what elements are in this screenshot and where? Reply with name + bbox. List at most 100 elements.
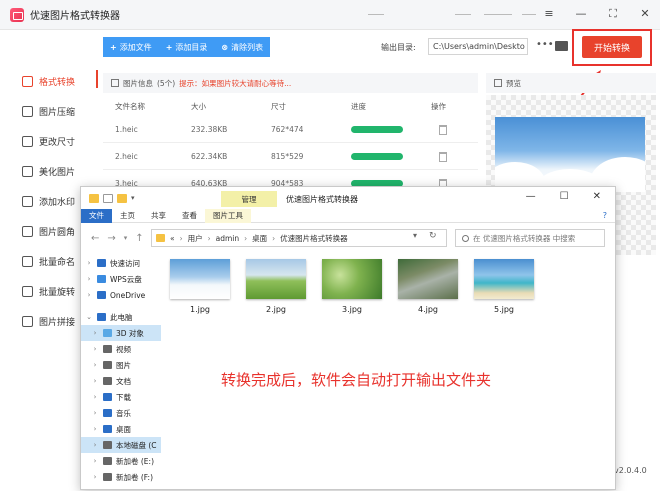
nav-item[interactable]: › 桌面 [81,421,161,437]
ribbon-tab[interactable]: 共享 [143,209,174,223]
file-count: (5个) [157,78,176,88]
nav-item[interactable]: › 文档 [81,373,161,389]
file-item[interactable]: 5.jpg [473,259,535,314]
chevron-icon[interactable]: › [91,329,99,337]
explorer-maximize-button[interactable]: ☐ [560,191,569,202]
image-thumbnail [398,259,458,299]
ribbon-tab[interactable]: 查看 [174,209,205,223]
chevron-icon[interactable]: › [85,259,93,267]
preview-header: 预览 [486,73,656,93]
nav-item-label: 本地磁盘 (C [116,440,157,450]
nav-item-label: 音乐 [116,408,131,418]
file-size: 232.38KB [191,125,228,134]
file-explorer-window: ▾ 管理 优速图片格式转换器 — ☐ ✕ 文件 主页 共享 查看 图片工具 ? ← → … [80,186,616,490]
forward-icon[interactable]: → [107,233,115,244]
refresh-icon[interactable]: ↻ [429,231,437,241]
delete-icon[interactable] [439,124,447,135]
nav-item[interactable]: › 本地磁盘 (C [81,437,161,453]
properties-icon[interactable] [103,193,113,203]
table-row[interactable]: 1.heic 232.38KB 762*474 [103,117,478,143]
ribbon-tab[interactable]: 图片工具 [205,208,251,223]
nav-item[interactable]: › 下载 [81,389,161,405]
nav-item[interactable]: › 视频 [81,341,161,357]
col-size: 大小 [191,102,206,111]
pictures-icon [103,361,112,369]
col-progress: 进度 [351,102,366,111]
3d-objects-icon [103,329,112,337]
nav-item[interactable]: › 新加卷 (E:) [81,453,161,469]
search-input[interactable]: 在 优速图片格式转换器 中搜索 [455,229,605,247]
nav-item[interactable]: › 快速访问 [81,255,161,271]
ribbon-tab[interactable]: 文件 [81,208,112,223]
progress-bar [351,126,403,133]
table-row[interactable]: 2.heic 622.34KB 815*529 [103,144,478,170]
customize-icon[interactable]: ▾ [131,194,135,202]
chevron-icon[interactable]: › [91,361,99,369]
chevron-icon[interactable]: › [91,441,99,449]
chevron-icon[interactable]: › [91,473,99,481]
delete-icon[interactable] [439,151,447,162]
chevron-icon[interactable]: › [91,377,99,385]
breadcrumb-item[interactable]: admin [216,234,240,243]
explorer-minimize-button[interactable]: — [526,191,536,202]
breadcrumb-item[interactable]: 桌面 [252,233,267,244]
file-label: 5.jpg [493,305,514,314]
ribbon-tab[interactable]: 主页 [112,209,143,223]
help-icon[interactable]: ? [603,211,607,220]
file-item[interactable]: 4.jpg [397,259,459,314]
file-info-title: 图片信息 [123,78,153,88]
image-thumbnail [474,259,534,299]
explorer-close-button[interactable]: ✕ [593,191,601,202]
nav-item[interactable]: › 3D 对象 [81,325,161,341]
search-icon [462,234,469,242]
nav-item-label: 此电脑 [110,312,133,322]
cloud-icon [97,275,106,283]
nav-item-label: 下载 [116,392,131,402]
preview-title: 预览 [506,78,521,88]
nav-item-label: 快速访问 [110,258,140,268]
file-grid: 1.jpg 2.jpg 3.jpg 4.jpg 5.jpg [169,259,535,314]
col-name: 文件名称 [115,102,145,111]
file-item[interactable]: 3.jpg [321,259,383,314]
breadcrumb-item[interactable]: 用户 [188,233,203,244]
chevron-icon[interactable]: › [85,291,93,299]
chevron-icon[interactable]: ⌄ [85,313,93,321]
file-label: 3.jpg [341,305,362,314]
breadcrumb-item[interactable]: « [170,234,175,243]
back-icon[interactable]: ← [91,233,99,244]
chevron-icon[interactable]: › [85,275,93,283]
desktop-icon [103,425,112,433]
image-thumbnail [322,259,382,299]
computer-icon [97,313,106,321]
nav-item[interactable]: › 音乐 [81,405,161,421]
chevron-icon[interactable]: › [91,345,99,353]
path-separator-icon: › [207,233,211,243]
onedrive-icon [97,291,106,299]
recent-icon[interactable]: ▾ [124,234,128,242]
drive-icon [103,457,112,465]
file-item[interactable]: 1.jpg [169,259,231,314]
navigation-pane: › 快速访问 › WPS云盘 › OneDrive ⌄ 此电脑 › 3D 对象 › 视频 › 图片 › 文档 ›… [81,255,161,491]
disk-icon [103,441,112,449]
file-item[interactable]: 2.jpg [245,259,307,314]
breadcrumb-item[interactable]: 优速图片格式转换器 [280,233,348,244]
preview-icon [494,79,502,87]
address-bar[interactable]: « › 用户 › admin › 桌面 › 优速图片格式转换器 [151,229,447,247]
grid-icon [111,79,119,87]
chevron-icon[interactable]: › [91,457,99,465]
new-folder-icon[interactable] [117,193,127,203]
star-icon [97,259,106,267]
manage-tab[interactable]: 管理 [221,191,277,207]
address-dropdown-icon[interactable]: ▾ [413,231,417,240]
nav-item[interactable]: ⌄ 此电脑 [81,309,161,325]
file-size: 622.34KB [191,152,228,161]
nav-item[interactable]: › 图片 [81,357,161,373]
wait-warning: 提示：如果图片较大请耐心等待... [179,78,292,88]
nav-item[interactable]: › OneDrive [81,287,161,303]
up-icon[interactable]: ↑ [135,233,143,244]
nav-item[interactable]: › WPS云盘 [81,271,161,287]
chevron-icon[interactable]: › [91,409,99,417]
chevron-icon[interactable]: › [91,393,99,401]
nav-item[interactable]: › 新加卷 (F:) [81,469,161,485]
chevron-icon[interactable]: › [91,425,99,433]
